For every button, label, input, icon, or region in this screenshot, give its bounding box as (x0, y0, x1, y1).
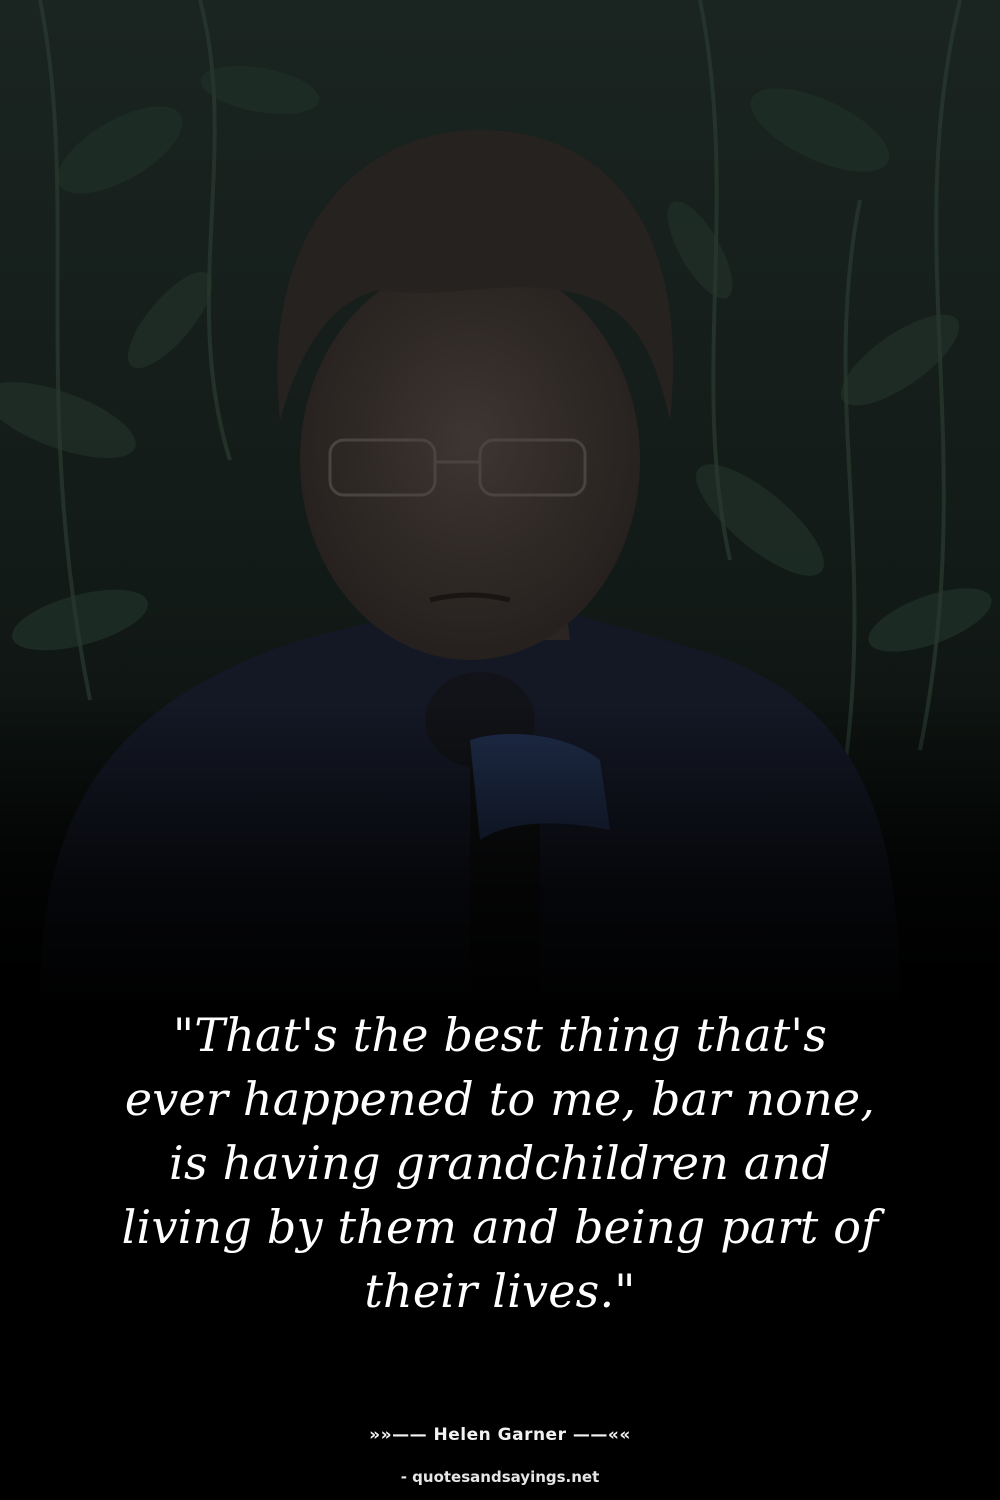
quote-line: their lives." (364, 1264, 636, 1318)
quote-line: "That's the best thing that's (172, 1008, 828, 1062)
bottom-fade-overlay (0, 700, 1000, 1020)
source-credit: - quotesandsayings.net (400, 1468, 600, 1486)
quote-line: living by them and being part of (121, 1200, 879, 1254)
author-attribution: »»—— Helen Garner ——«« (369, 1425, 631, 1445)
quote-line: is having grandchildren and (169, 1136, 831, 1190)
quote-poster: "That's the best thing that's ever happe… (0, 0, 1000, 1500)
quote-line: ever happened to me, bar none, (124, 1072, 876, 1126)
quote-text: "That's the best thing that's ever happe… (60, 1003, 940, 1323)
